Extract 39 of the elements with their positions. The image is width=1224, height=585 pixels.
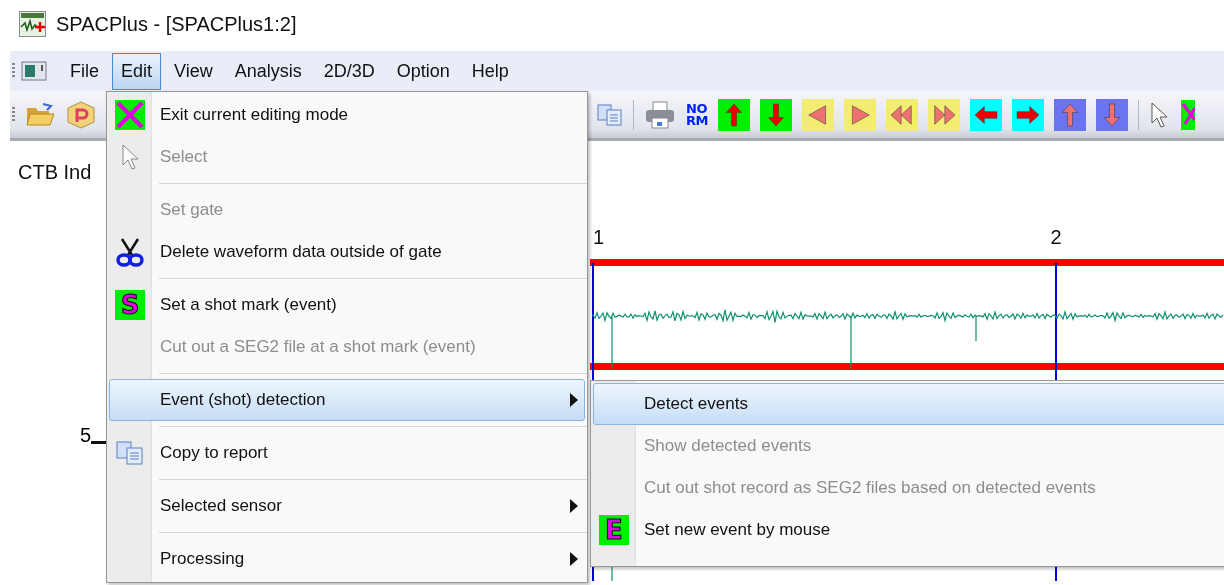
menu-item[interactable]: Processing: [109, 538, 585, 580]
letter-icon: S: [115, 290, 145, 320]
printer-icon[interactable]: [644, 99, 676, 130]
menu-item[interactable]: Help: [462, 52, 518, 90]
scissors-icon: [116, 237, 144, 267]
copy-icon: [116, 440, 144, 466]
window-icon[interactable]: [21, 60, 47, 82]
menu-item[interactable]: Option: [387, 52, 459, 90]
menu-item[interactable]: File: [61, 52, 108, 90]
menu-item[interactable]: 2D/3D: [314, 52, 384, 90]
menu-item[interactable]: E Set new event by mouse: [593, 509, 1224, 551]
letter-icon: E: [599, 515, 629, 545]
menu-item[interactable]: View: [165, 52, 222, 90]
cross-icon[interactable]: [1180, 99, 1195, 130]
menu-item[interactable]: Selected sensor: [109, 485, 585, 527]
submenu-arrow-icon: [570, 552, 578, 566]
menu-item[interactable]: S Set a shot mark (event): [109, 284, 585, 326]
trace-label: 1: [593, 226, 605, 248]
menu-item[interactable]: Exit current editing mode: [109, 94, 585, 136]
pointer-icon: [120, 143, 140, 171]
folder-icon[interactable]: [25, 101, 55, 128]
package-icon[interactable]: [65, 99, 97, 130]
menu-item[interactable]: Delete waveform data outside of gate: [109, 231, 585, 273]
heading-text: CTB Ind: [18, 161, 92, 184]
menu-item[interactable]: Event (shot) detection: [109, 379, 585, 421]
double-right-icon[interactable]: [927, 98, 960, 131]
cross-icon: [115, 100, 145, 130]
trace-label: 2: [1050, 226, 1062, 248]
trace-number: 5: [80, 424, 92, 447]
normalize-button[interactable]: NO RM: [686, 102, 708, 127]
window-title: SPACPlus - [SPACPlus1:2]: [56, 12, 297, 36]
menu-item[interactable]: Edit: [112, 52, 162, 90]
menu-item[interactable]: Detect events: [593, 383, 1224, 425]
submenu-arrow-icon: [570, 499, 578, 513]
menu-item[interactable]: Copy to report: [109, 432, 585, 474]
double-left-icon[interactable]: [885, 98, 918, 131]
submenu-arrow-icon: [570, 393, 578, 407]
app-logo-icon: [19, 11, 46, 37]
menu-item[interactable]: Analysis: [225, 52, 311, 90]
